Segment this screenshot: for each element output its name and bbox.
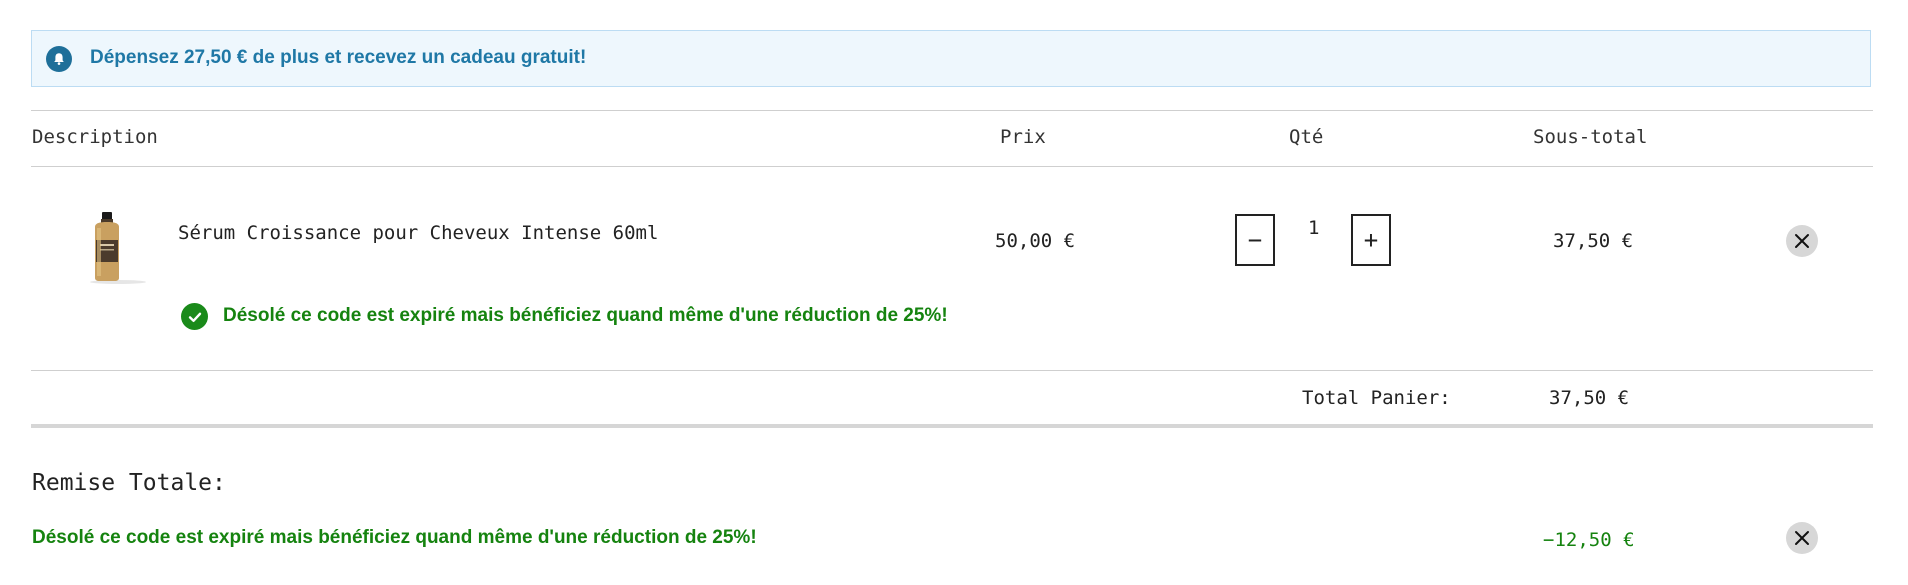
header-quantity: Qté <box>1289 126 1324 148</box>
decrement-quantity-button[interactable]: − <box>1235 214 1275 266</box>
product-name[interactable]: Sérum Croissance pour Cheveux Intense 60… <box>178 222 658 244</box>
discount-amount: −12,50 € <box>1543 529 1635 551</box>
increment-quantity-button[interactable]: + <box>1351 214 1391 266</box>
minus-icon: − <box>1247 226 1263 254</box>
header-price: Prix <box>1000 126 1046 148</box>
close-icon <box>1795 531 1809 545</box>
close-icon <box>1795 234 1809 248</box>
header-description: Description <box>32 126 158 148</box>
cart-total-value: 37,50 € <box>1549 387 1630 409</box>
product-price: 50,00 € <box>995 230 1076 252</box>
banner-message: Dépensez 27,50 € de plus et recevez un c… <box>90 47 587 68</box>
product-subtotal: 37,50 € <box>1553 230 1634 252</box>
product-image[interactable] <box>88 210 148 285</box>
item-discount-message: Désolé ce code est expiré mais bénéficie… <box>223 305 948 326</box>
quantity-value[interactable]: 1 <box>1308 217 1319 239</box>
plus-icon: + <box>1363 226 1379 254</box>
cart-total-label: Total Panier: <box>1302 387 1451 409</box>
table-top-divider <box>31 110 1873 111</box>
remove-item-button[interactable] <box>1786 225 1818 257</box>
total-divider <box>31 424 1873 428</box>
header-subtotal: Sous-total <box>1533 126 1648 148</box>
discount-message: Désolé ce code est expiré mais bénéficie… <box>32 527 757 548</box>
header-divider <box>31 166 1873 167</box>
check-circle-icon <box>181 303 208 330</box>
bell-icon <box>46 46 72 72</box>
discount-heading: Remise Totale: <box>32 470 226 496</box>
remove-discount-button[interactable] <box>1786 522 1818 554</box>
row-divider <box>31 370 1873 371</box>
